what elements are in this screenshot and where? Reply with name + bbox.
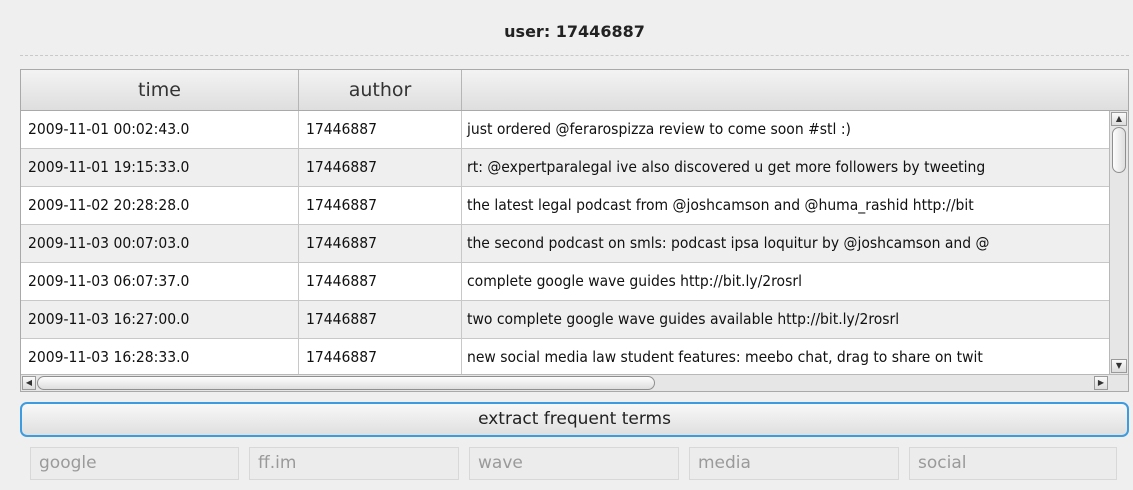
table-row[interactable]: 2009-11-03 00:07:03.0 17446887 the secon… [21,225,1109,263]
table-row[interactable]: 2009-11-02 20:28:28.0 17446887 the lates… [21,187,1109,225]
term-field[interactable]: google [30,447,239,480]
cell-author: 17446887 [299,301,462,338]
cell-text: rt: @expertparalegal ive also discovered… [467,158,986,176]
cell-author: 17446887 [299,225,462,262]
table-row[interactable]: 2009-11-03 16:28:33.0 17446887 new socia… [21,339,1109,374]
cell-text: the second podcast on smls: podcast ipsa… [467,234,990,252]
user-title: user: 17446887 [20,10,1129,56]
term-field[interactable]: media [689,447,899,480]
cell-author: 17446887 [299,149,462,186]
extract-frequent-terms-button[interactable]: extract frequent terms [20,402,1129,437]
cell-text: the latest legal podcast from @joshcamso… [467,196,974,214]
scroll-left-icon[interactable]: ◀ [22,376,36,390]
table-header: time author [21,70,1128,111]
cell-author: 17446887 [299,187,462,224]
tweets-table: time author 2009-11-01 00:02:43.0 174468… [20,69,1129,392]
cell-author: 17446887 [299,339,462,374]
term-field[interactable]: social [909,447,1117,480]
cell-time: 2009-11-01 19:15:33.0 [21,149,299,186]
column-header-time[interactable]: time [21,70,299,110]
table-row[interactable]: 2009-11-01 00:02:43.0 17446887 just orde… [21,111,1109,149]
term-field[interactable]: wave [469,447,679,480]
cell-time: 2009-11-03 16:28:33.0 [21,339,299,374]
scroll-up-icon[interactable]: ▲ [1111,112,1127,126]
cell-text: just ordered @ferarospizza review to com… [467,120,851,138]
cell-text: new social media law student features: m… [467,348,983,366]
cell-text: two complete google wave guides availabl… [467,310,900,328]
vertical-scrollbar[interactable]: ▲ ▼ [1109,111,1128,374]
cell-time: 2009-11-01 00:02:43.0 [21,111,299,148]
horizontal-scrollbar[interactable]: ◀ ▶ [21,374,1128,391]
term-field[interactable]: ff.im [249,447,459,480]
cell-time: 2009-11-03 06:07:37.0 [21,263,299,300]
table-row[interactable]: 2009-11-03 16:27:00.0 17446887 two compl… [21,301,1109,339]
cell-author: 17446887 [299,263,462,300]
cell-text: complete google wave guides http://bit.l… [467,272,802,290]
scroll-down-icon[interactable]: ▼ [1111,359,1127,373]
cell-time: 2009-11-03 16:27:00.0 [21,301,299,338]
scroll-right-icon[interactable]: ▶ [1094,376,1108,390]
table-row[interactable]: 2009-11-03 06:07:37.0 17446887 complete … [21,263,1109,301]
column-header-author[interactable]: author [299,70,462,110]
cell-author: 17446887 [299,111,462,148]
horizontal-scroll-thumb[interactable] [37,376,655,390]
table-row[interactable]: 2009-11-01 19:15:33.0 17446887 rt: @expe… [21,149,1109,187]
column-header-text[interactable] [462,70,1128,110]
cell-time: 2009-11-03 00:07:03.0 [21,225,299,262]
table-body: 2009-11-01 00:02:43.0 17446887 just orde… [21,111,1109,374]
vertical-scroll-thumb[interactable] [1112,127,1126,173]
cell-time: 2009-11-02 20:28:28.0 [21,187,299,224]
